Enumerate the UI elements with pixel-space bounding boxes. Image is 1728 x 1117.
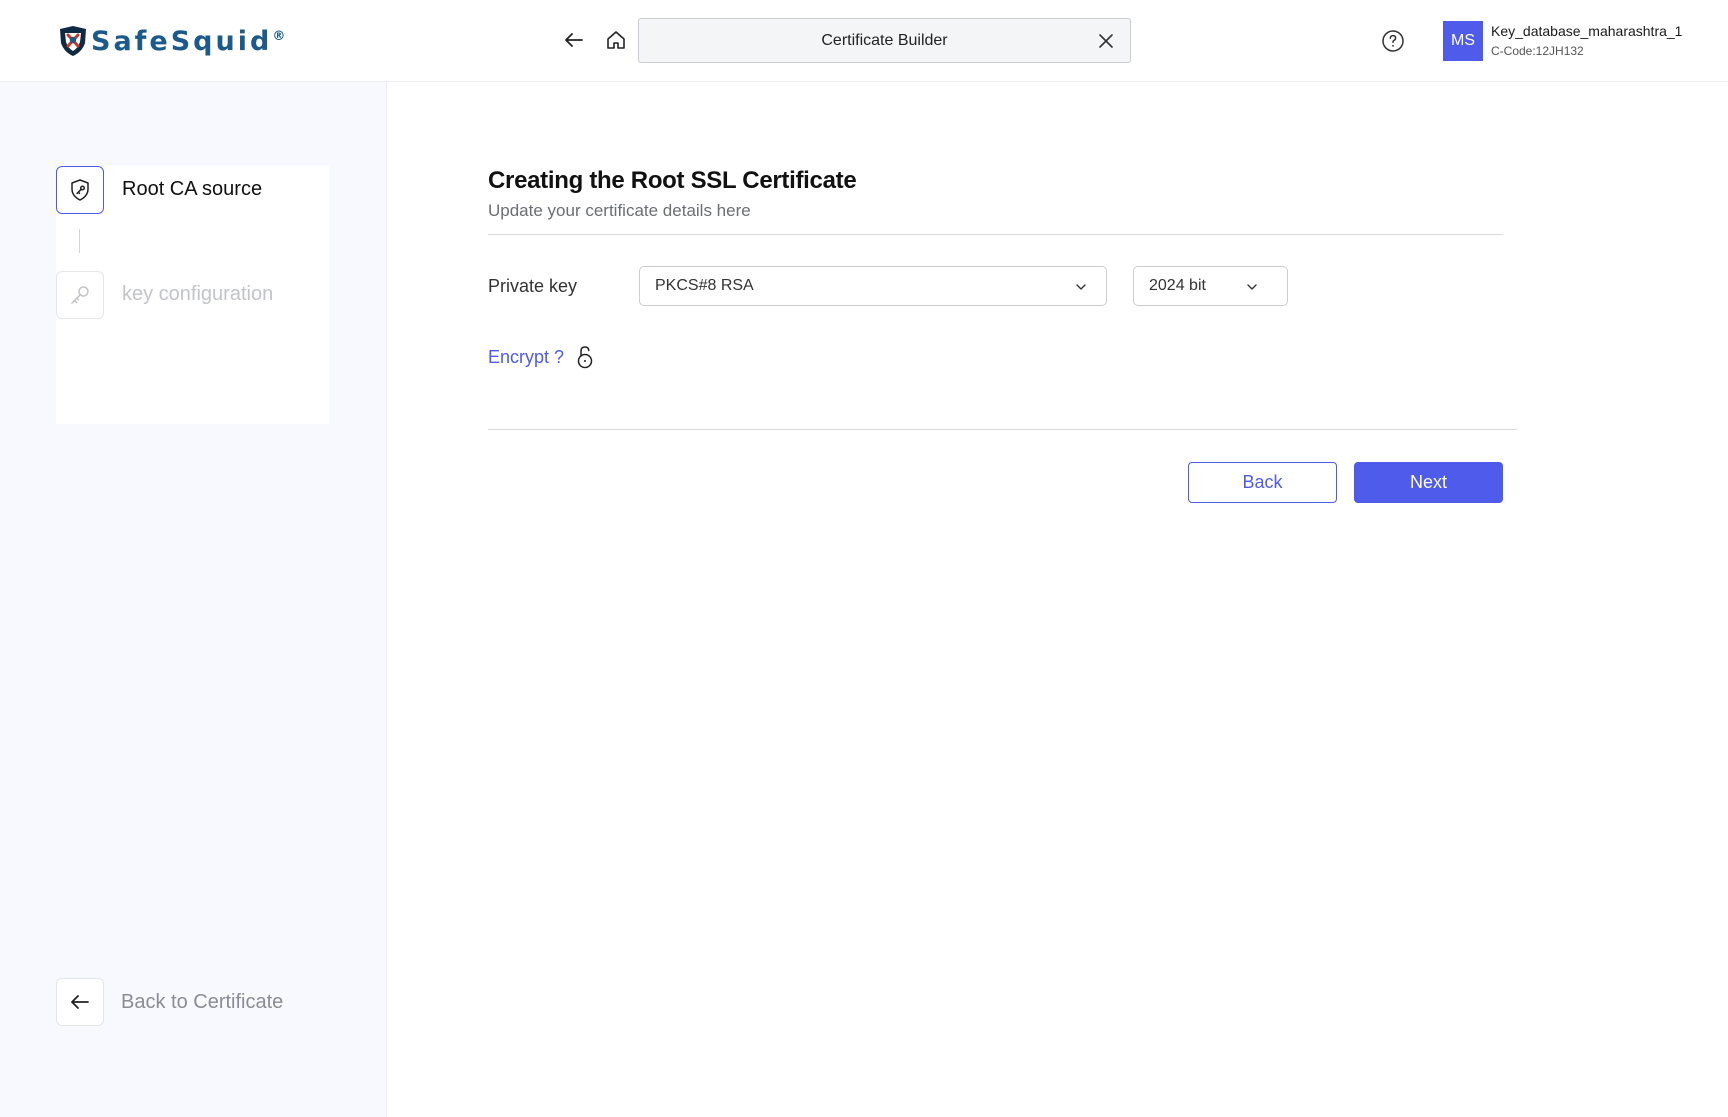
page-title: Creating the Root SSL Certificate [488,167,857,194]
section-divider [488,234,1503,235]
wizard-steps: Root CA source key configuration [56,166,329,424]
logo-text: SafeSquid® [91,25,289,57]
user-avatar[interactable]: MS [1443,21,1483,61]
next-button[interactable]: Next [1354,462,1503,503]
back-to-certificate-icon-box[interactable] [56,978,104,1026]
chevron-down-icon [1247,284,1257,290]
key-icon [71,286,89,304]
arrow-left-icon [565,33,583,47]
step-connector [79,229,80,253]
chevron-down-icon [1076,284,1086,290]
step-root-ca-source-label[interactable]: Root CA source [122,178,262,201]
safesquid-shield-icon [60,26,86,56]
customer-code: C-Code:12JH132 [1491,44,1584,58]
safesquid-logo[interactable]: SafeSquid® [57,24,288,58]
wizard-sidebar: Root CA source key configuration Back to… [0,82,387,1117]
home-icon [607,31,625,49]
private-key-type-select[interactable]: PKCS#8 RSA [639,266,1107,306]
registered-mark: ® [272,28,289,44]
home-button[interactable] [602,26,630,54]
page-search-field[interactable] [638,18,1131,63]
help-icon[interactable] [1381,29,1405,53]
private-key-label: Private key [488,276,578,296]
encrypt-toggle-link[interactable]: Encrypt ? [488,347,564,368]
page-subtitle: Update your certificate details here [488,201,751,220]
key-size-select[interactable]: 2024 bit [1133,266,1288,306]
close-icon [1099,34,1113,48]
private-key-type-value: PKCS#8 RSA [655,277,754,294]
back-button[interactable]: Back [1188,462,1337,503]
step-root-ca-source-box[interactable] [56,166,104,214]
key-size-value: 2024 bit [1149,277,1206,294]
back-nav-button[interactable] [560,26,588,54]
footer-divider [488,429,1517,430]
back-to-certificate-link[interactable]: Back to Certificate [56,978,283,1026]
shield-key-icon [71,179,89,201]
step-key-configuration-label[interactable]: key configuration [122,283,273,306]
step-key-configuration-box[interactable] [56,271,104,319]
search-input[interactable] [684,31,1085,50]
user-name[interactable]: Key_database_maharashtra_1 [1491,23,1682,39]
arrow-left-icon [71,995,89,1009]
clear-search-button[interactable] [1096,31,1116,51]
back-to-certificate-label[interactable]: Back to Certificate [121,991,283,1014]
unlock-icon[interactable] [575,344,595,370]
top-header: SafeSquid® MS Key_database_maharashtra_1… [0,0,1728,82]
